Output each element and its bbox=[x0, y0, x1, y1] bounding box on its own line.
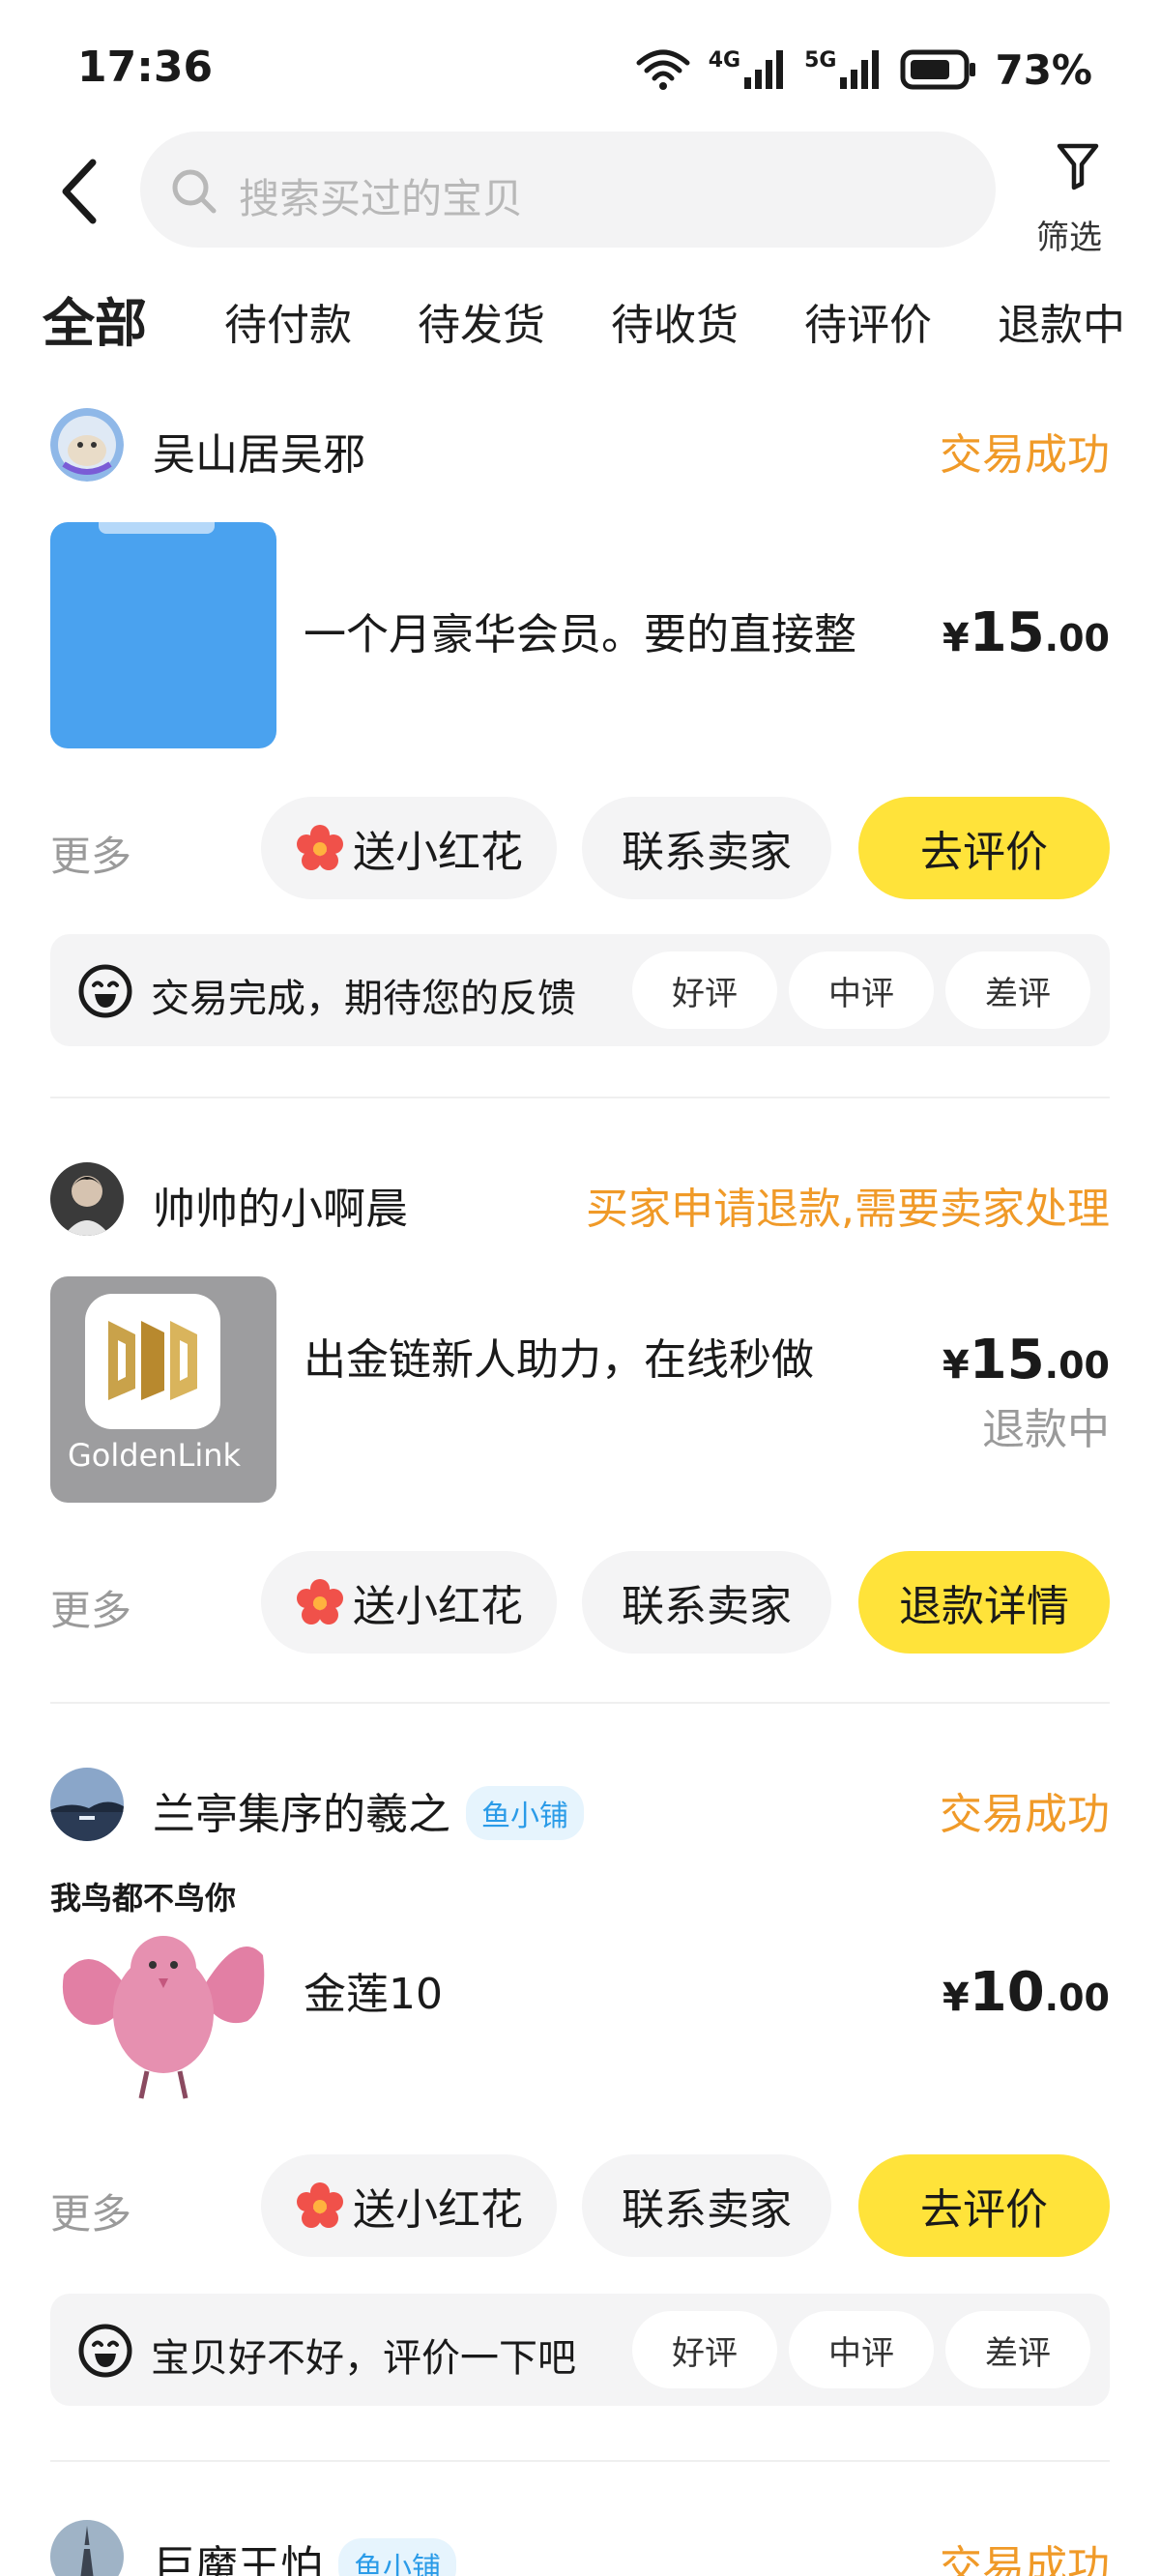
order-actions: 更多 送小红花 联系卖家 退款详情 bbox=[50, 1551, 1110, 1654]
product-thumbnail bbox=[50, 522, 276, 748]
wifi-icon bbox=[636, 49, 690, 90]
item-price: ¥15.00 bbox=[942, 601, 1110, 664]
item-title: 出金链新人助力，在线秒做 bbox=[304, 1335, 814, 1385]
smiley-icon bbox=[78, 964, 132, 1018]
order-status: 交易成功 bbox=[940, 2542, 1110, 2576]
tab-pending-payment[interactable]: 待付款 bbox=[224, 290, 352, 352]
order-tabs: 全部 待付款 待发货 待收货 待评价 退款中 bbox=[0, 280, 1160, 367]
send-flower-button[interactable]: 送小红花 bbox=[261, 797, 557, 899]
shop-row[interactable]: 帅帅的小啊晨 买家申请退款,需要卖家处理 bbox=[50, 1160, 1110, 1238]
signal-5g-icon: 5G bbox=[804, 48, 883, 91]
shop-badge: 鱼小铺 bbox=[338, 2538, 456, 2576]
refund-sub-status: 退款中 bbox=[982, 1405, 1110, 1454]
flower-icon bbox=[297, 825, 343, 870]
shop-name: 帅帅的小啊晨 bbox=[153, 1185, 408, 1234]
goldenlink-logo-icon bbox=[108, 1321, 197, 1400]
tab-pending-receipt[interactable]: 待收货 bbox=[611, 290, 739, 352]
order-card: 吴山居吴邪 交易成功 一个月豪华会员。要的直接整 ¥15.00 更多 送小红花 … bbox=[50, 406, 1110, 1064]
contact-seller-button[interactable]: 联系卖家 bbox=[582, 1551, 831, 1654]
avatar bbox=[50, 1768, 124, 1841]
more-link[interactable]: 更多 bbox=[50, 824, 131, 883]
filter-label: 筛选 bbox=[1036, 219, 1102, 257]
shop-row[interactable]: 兰亭集序的羲之 鱼小铺 交易成功 bbox=[50, 1766, 1110, 1843]
product-thumbnail: 我鸟都不鸟你 bbox=[50, 1880, 276, 2108]
battery-percent: 73% bbox=[995, 45, 1092, 94]
rate-neutral-button[interactable]: 中评 bbox=[789, 2311, 934, 2388]
review-prompt: 交易完成，期待您的反馈 bbox=[151, 977, 576, 1021]
review-button[interactable]: 去评价 bbox=[858, 797, 1110, 899]
tab-pending-review[interactable]: 待评价 bbox=[804, 290, 932, 352]
order-card: 帅帅的小啊晨 买家申请退款,需要卖家处理 GoldenLink 出金链新人助力，… bbox=[50, 1160, 1110, 1702]
battery-icon bbox=[900, 49, 976, 90]
signal-4g-icon: 4G bbox=[709, 48, 787, 91]
flower-icon bbox=[297, 2182, 343, 2228]
avatar bbox=[50, 408, 124, 482]
avatar bbox=[50, 2520, 124, 2576]
tab-pending-shipment[interactable]: 待发货 bbox=[418, 290, 545, 352]
item-price: ¥10.00 bbox=[942, 1961, 1110, 2024]
pink-bird-icon bbox=[62, 1936, 265, 2099]
shop-row[interactable]: 巨魔王怕 鱼小铺 交易成功 bbox=[50, 2518, 1110, 2576]
order-status: 买家申请退款,需要卖家处理 bbox=[586, 1185, 1110, 1234]
contact-seller-button[interactable]: 联系卖家 bbox=[582, 797, 831, 899]
send-flower-button[interactable]: 送小红花 bbox=[261, 2154, 557, 2257]
refund-details-button[interactable]: 退款详情 bbox=[858, 1551, 1110, 1654]
rate-bad-button[interactable]: 差评 bbox=[945, 951, 1090, 1029]
back-icon[interactable] bbox=[50, 153, 112, 230]
order-card: 兰亭集序的羲之 鱼小铺 交易成功 我鸟都不鸟你 金莲10 ¥10.00 更多 送… bbox=[50, 1766, 1110, 2423]
product-thumbnail: GoldenLink bbox=[50, 1276, 276, 1503]
shop-name: 巨魔王怕 鱼小铺 bbox=[153, 2532, 456, 2576]
divider bbox=[50, 2460, 1110, 2462]
flower-icon bbox=[297, 1579, 343, 1625]
shop-name: 吴山居吴邪 bbox=[153, 430, 365, 480]
item-title: 一个月豪华会员。要的直接整 bbox=[304, 610, 856, 659]
more-link[interactable]: 更多 bbox=[50, 2181, 131, 2240]
order-actions: 更多 送小红花 联系卖家 去评价 bbox=[50, 797, 1110, 899]
tab-refunding[interactable]: 退款中 bbox=[998, 290, 1125, 352]
order-status: 交易成功 bbox=[940, 430, 1110, 480]
order-card: 巨魔王怕 鱼小铺 交易成功 bbox=[50, 2518, 1110, 2576]
rate-good-button[interactable]: 好评 bbox=[632, 951, 777, 1029]
status-bar: 17:36 4G 5G 73% bbox=[0, 0, 1160, 135]
review-bar: 宝贝好不好，评价一下吧 好评 中评 差评 bbox=[50, 2294, 1110, 2406]
status-icons: 4G 5G 73% bbox=[635, 43, 1092, 97]
filter-icon bbox=[1057, 143, 1099, 190]
review-prompt: 宝贝好不好，评价一下吧 bbox=[151, 2336, 576, 2381]
smiley-icon bbox=[78, 2324, 132, 2378]
search-input[interactable]: 搜索买过的宝贝 bbox=[140, 132, 996, 248]
review-bar: 交易完成，期待您的反馈 好评 中评 差评 bbox=[50, 934, 1110, 1046]
more-link[interactable]: 更多 bbox=[50, 1578, 131, 1637]
send-flower-button[interactable]: 送小红花 bbox=[261, 1551, 557, 1654]
order-status: 交易成功 bbox=[940, 1790, 1110, 1839]
filter-button[interactable]: 筛选 bbox=[1034, 135, 1121, 257]
item-price: ¥15.00 bbox=[942, 1329, 1110, 1391]
item-row[interactable]: 我鸟都不鸟你 金莲10 ¥10.00 bbox=[50, 1880, 1110, 2114]
search-icon bbox=[172, 169, 217, 214]
item-row[interactable]: GoldenLink 出金链新人助力，在线秒做 ¥15.00 退款中 bbox=[50, 1276, 1110, 1508]
contact-seller-button[interactable]: 联系卖家 bbox=[582, 2154, 831, 2257]
item-row[interactable]: 一个月豪华会员。要的直接整 ¥15.00 bbox=[50, 522, 1110, 754]
divider bbox=[50, 1097, 1110, 1098]
rate-neutral-button[interactable]: 中评 bbox=[789, 951, 934, 1029]
order-actions: 更多 送小红花 联系卖家 去评价 bbox=[50, 2154, 1110, 2257]
divider bbox=[50, 1702, 1110, 1704]
shop-badge: 鱼小铺 bbox=[466, 1786, 584, 1840]
avatar bbox=[50, 1162, 124, 1236]
tab-all[interactable]: 全部 bbox=[43, 280, 147, 357]
search-placeholder: 搜索买过的宝贝 bbox=[239, 175, 524, 222]
status-time: 17:36 bbox=[77, 43, 214, 92]
thumb-brand-text: GoldenLink bbox=[68, 1437, 242, 1474]
shop-name: 兰亭集序的羲之 鱼小铺 bbox=[153, 1779, 584, 1844]
thumb-caption: 我鸟都不鸟你 bbox=[50, 1880, 237, 1917]
rate-bad-button[interactable]: 差评 bbox=[945, 2311, 1090, 2388]
item-title: 金莲10 bbox=[304, 1970, 443, 2019]
shop-row[interactable]: 吴山居吴邪 交易成功 bbox=[50, 406, 1110, 483]
review-button[interactable]: 去评价 bbox=[858, 2154, 1110, 2257]
header: 搜索买过的宝贝 筛选 bbox=[0, 126, 1160, 257]
rate-good-button[interactable]: 好评 bbox=[632, 2311, 777, 2388]
